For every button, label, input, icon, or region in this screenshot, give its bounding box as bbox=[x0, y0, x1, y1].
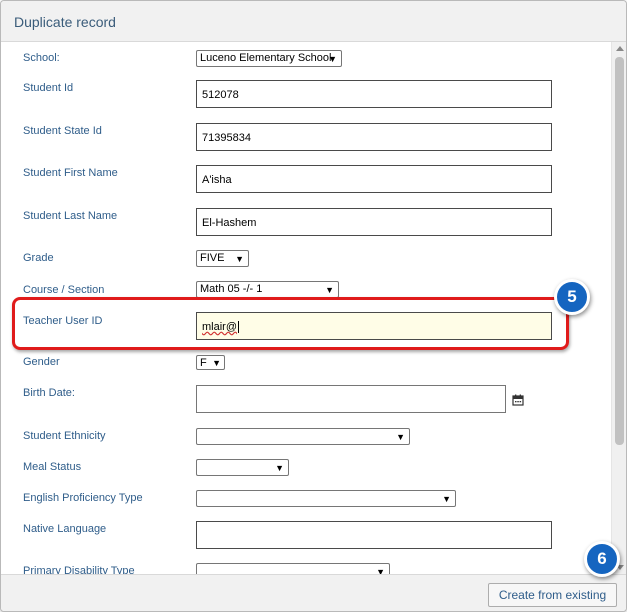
native-language-input[interactable] bbox=[196, 521, 552, 549]
student-id-value: 512078 bbox=[202, 89, 239, 101]
chevron-down-icon: ▼ bbox=[325, 285, 334, 295]
gender-select[interactable]: F ▼ bbox=[196, 355, 225, 370]
dialog-footer: Create from existing bbox=[1, 574, 626, 611]
native-language-label: Native Language bbox=[23, 523, 107, 535]
course-section-label: Course / Section bbox=[23, 284, 105, 296]
birth-date-label: Birth Date: bbox=[23, 387, 75, 399]
chevron-down-icon: ▼ bbox=[396, 432, 405, 442]
scrollbar-thumb[interactable] bbox=[615, 57, 624, 445]
teacher-user-id-highlight bbox=[12, 297, 569, 350]
student-state-id-label: Student State Id bbox=[23, 125, 102, 137]
gender-label: Gender bbox=[23, 356, 60, 368]
step-6-badge: 6 bbox=[584, 541, 620, 577]
scroll-up-icon[interactable] bbox=[616, 46, 624, 51]
course-section-select[interactable]: Math 05 -/- 1 ▼ bbox=[196, 281, 339, 298]
grade-label: Grade bbox=[23, 252, 54, 264]
student-id-input[interactable]: 512078 bbox=[196, 80, 552, 108]
ethnicity-select[interactable]: ▼ bbox=[196, 428, 410, 445]
first-name-input[interactable]: A'isha bbox=[196, 165, 552, 193]
chevron-down-icon: ▼ bbox=[328, 54, 337, 64]
meal-status-select[interactable]: ▼ bbox=[196, 459, 289, 476]
school-select-value: Luceno Elementary School bbox=[200, 52, 332, 64]
grade-select[interactable]: FIVE ▼ bbox=[196, 250, 249, 267]
gender-select-value: F bbox=[200, 357, 207, 369]
last-name-value: El-Hashem bbox=[202, 217, 257, 229]
chevron-down-icon: ▼ bbox=[275, 463, 284, 473]
first-name-label: Student First Name bbox=[23, 167, 118, 179]
student-state-id-input[interactable]: 71395834 bbox=[196, 123, 552, 151]
school-select[interactable]: Luceno Elementary School ▼ bbox=[196, 50, 342, 67]
step-5-badge: 5 bbox=[554, 279, 590, 315]
dialog-titlebar: Duplicate record bbox=[1, 1, 626, 42]
english-proficiency-label: English Proficiency Type bbox=[23, 492, 143, 504]
primary-disability-label: Primary Disability Type bbox=[23, 565, 135, 574]
primary-disability-select[interactable]: ▼ bbox=[196, 563, 390, 574]
ethnicity-label: Student Ethnicity bbox=[23, 430, 106, 442]
course-section-value: Math 05 -/- 1 bbox=[200, 283, 263, 295]
vertical-scrollbar[interactable] bbox=[611, 42, 626, 574]
calendar-icon[interactable] bbox=[512, 394, 524, 406]
create-from-existing-button[interactable]: Create from existing bbox=[488, 583, 617, 607]
student-id-label: Student Id bbox=[23, 82, 74, 94]
chevron-down-icon: ▼ bbox=[376, 567, 385, 574]
school-label: School: bbox=[23, 52, 60, 64]
first-name-value: A'isha bbox=[202, 174, 232, 186]
chevron-down-icon: ▼ bbox=[212, 358, 221, 368]
last-name-label: Student Last Name bbox=[23, 210, 118, 222]
last-name-input[interactable]: El-Hashem bbox=[196, 208, 552, 236]
chevron-down-icon: ▼ bbox=[442, 494, 451, 504]
meal-status-label: Meal Status bbox=[23, 461, 82, 473]
birth-date-input[interactable] bbox=[196, 385, 506, 413]
dialog-title: Duplicate record bbox=[14, 14, 116, 30]
student-state-id-value: 71395834 bbox=[202, 132, 251, 144]
chevron-down-icon: ▼ bbox=[235, 254, 244, 264]
english-proficiency-select[interactable]: ▼ bbox=[196, 490, 456, 507]
grade-select-value: FIVE bbox=[200, 252, 225, 264]
